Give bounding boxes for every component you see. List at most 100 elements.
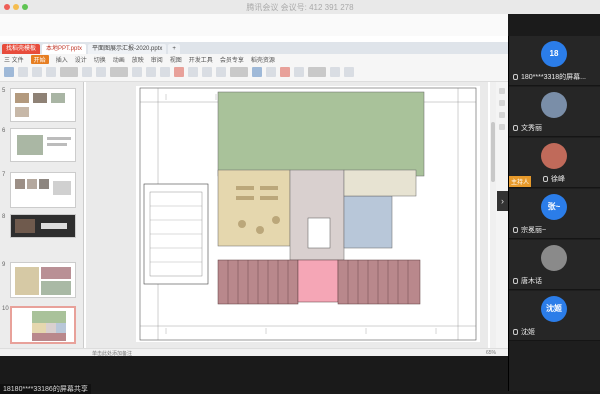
font-select-icon[interactable] <box>110 67 128 77</box>
zone-pink <box>297 259 339 303</box>
slide-thumbnail[interactable] <box>10 128 76 162</box>
slide-thumbnail-panel: 5 6 7 8 9 10 <box>0 82 84 348</box>
document-tab-bar: 找稻壳模板 本地PPT.pptx 平面图展示汇报-2020.pptx + <box>0 42 508 54</box>
avatar <box>541 245 567 271</box>
slide-canvas <box>86 82 488 348</box>
floor-plan-drawing <box>139 87 477 341</box>
tab-docer-templates[interactable]: 找稻壳模板 <box>2 44 41 54</box>
align-center-icon[interactable] <box>202 67 212 77</box>
participant-tile[interactable]: 张~ 宗冕丽~ <box>509 189 600 239</box>
thumb-number: 5 <box>2 88 6 94</box>
menu-animation[interactable]: 动画 <box>113 55 125 64</box>
menu-member[interactable]: 会员专享 <box>220 55 244 64</box>
arrange-icon[interactable] <box>308 67 326 77</box>
menu-view[interactable]: 视图 <box>170 55 182 64</box>
textbox-icon[interactable] <box>266 67 276 77</box>
find-icon[interactable] <box>330 67 340 77</box>
active-speaker-label: 18180****33186的屏幕共享 <box>0 384 91 394</box>
microphone-icon <box>513 278 518 284</box>
host-badge: 主持人 <box>509 176 532 187</box>
zone-yellow <box>217 169 291 247</box>
font-color-icon[interactable] <box>174 67 184 77</box>
animation-pane-icon[interactable] <box>499 112 505 118</box>
slide-thumbnail[interactable] <box>10 262 76 298</box>
thumb-number: 10 <box>2 306 9 312</box>
slide-thumbnail[interactable] <box>10 214 76 238</box>
italic-icon[interactable] <box>146 67 156 77</box>
ribbon-menu: 三 文件 开始 插入 设计 切换 动画 放映 审阅 视图 开发工具 会员专享 稻… <box>0 54 508 64</box>
style-icon[interactable] <box>499 100 505 106</box>
zone-light <box>343 169 417 197</box>
align-right-icon[interactable] <box>216 67 226 77</box>
microphone-icon <box>513 227 518 233</box>
thumb-number: 8 <box>2 214 6 220</box>
participant-tile[interactable]: 18 180****3318的屏幕... <box>509 36 600 86</box>
properties-icon[interactable] <box>499 88 505 94</box>
menu-slideshow[interactable]: 放映 <box>132 55 144 64</box>
menu-insert[interactable]: 插入 <box>56 55 68 64</box>
menu-transition[interactable]: 切换 <box>94 55 106 64</box>
new-slide-icon[interactable] <box>60 67 78 77</box>
slide-thumbnail-selected[interactable] <box>10 306 76 344</box>
shape-fill-icon[interactable] <box>280 67 290 77</box>
thumb-number: 7 <box>2 172 6 178</box>
participant-tile[interactable]: 文秀丽 <box>509 87 600 137</box>
replace-icon[interactable] <box>344 67 354 77</box>
menu-developer[interactable]: 开发工具 <box>189 55 213 64</box>
menu-file[interactable]: 三 文件 <box>4 55 24 64</box>
participant-tile[interactable]: 唐木话 <box>509 240 600 290</box>
participant-name: 宗冕丽~ <box>513 225 546 235</box>
status-bar: 单击此处添加备注 65% <box>0 348 508 357</box>
zone-red-right <box>337 259 421 305</box>
participant-name-text: 180****3318的屏幕... <box>521 74 586 81</box>
shape-gallery-icon[interactable] <box>230 67 248 77</box>
menu-home[interactable]: 开始 <box>30 54 49 64</box>
participant-name: 文秀丽 <box>513 123 542 133</box>
participant-name: 唐木话 <box>513 276 542 286</box>
menu-review[interactable]: 审阅 <box>151 55 163 64</box>
shape-outline-icon[interactable] <box>294 67 304 77</box>
current-slide[interactable] <box>136 86 480 342</box>
slide-thumbnail[interactable] <box>10 172 76 208</box>
participant-tile[interactable]: 主持人 徐峰 <box>509 138 600 188</box>
collapse-panel-chevron-icon[interactable]: › <box>497 191 508 211</box>
tab-floorplan-ppt[interactable]: 平面图展示汇报-2020.pptx <box>88 44 167 54</box>
ribbon-toolbar: 三 文件 开始 插入 设计 切换 动画 放映 审阅 视图 开发工具 会员专享 稻… <box>0 54 508 82</box>
tab-local-ppt[interactable]: 本地PPT.pptx <box>42 44 87 54</box>
underline-icon[interactable] <box>160 67 170 77</box>
participants-panel: 18 180****3318的屏幕... 文秀丽 主持人 徐峰 张~ 宗冕丽~ … <box>508 36 600 391</box>
meeting-title-bar: 腾讯会议 会议号: 412 391 278 <box>0 0 600 14</box>
bold-icon[interactable] <box>132 67 142 77</box>
selection-pane-icon[interactable] <box>499 124 505 130</box>
right-side-toolbar <box>496 82 508 348</box>
meeting-title: 腾讯会议 会议号: 412 391 278 <box>246 3 354 12</box>
avatar: 张~ <box>541 194 567 220</box>
thumb-number: 9 <box>2 262 6 268</box>
format-painter-icon[interactable] <box>46 67 56 77</box>
participant-tile[interactable]: 沈姬 沈姬 <box>509 291 600 341</box>
menu-design[interactable]: 设计 <box>75 55 87 64</box>
participant-name-text: 文秀丽 <box>521 125 542 132</box>
share-top-margin <box>0 14 508 36</box>
align-left-icon[interactable] <box>188 67 198 77</box>
participant-name: 180****3318的屏幕... <box>513 72 586 82</box>
avatar <box>541 143 567 169</box>
layout-icon[interactable] <box>82 67 92 77</box>
microphone-icon <box>513 329 518 335</box>
participant-name-text: 徐峰 <box>551 176 565 183</box>
ribbon-tools <box>0 64 508 80</box>
picture-icon[interactable] <box>252 67 262 77</box>
microphone-icon <box>513 125 518 131</box>
copy-icon[interactable] <box>32 67 42 77</box>
participant-name-text: 沈姬 <box>521 329 535 336</box>
microphone-icon <box>543 176 548 182</box>
reset-icon[interactable] <box>96 67 106 77</box>
new-tab-button[interactable]: + <box>168 44 180 54</box>
paste-icon[interactable] <box>4 67 14 77</box>
zone-blue <box>343 195 393 249</box>
scroll-thumb[interactable] <box>491 122 495 182</box>
menu-docer[interactable]: 稻壳资源 <box>251 55 275 64</box>
slide-thumbnail[interactable] <box>10 88 76 122</box>
avatar <box>541 92 567 118</box>
cut-icon[interactable] <box>18 67 28 77</box>
